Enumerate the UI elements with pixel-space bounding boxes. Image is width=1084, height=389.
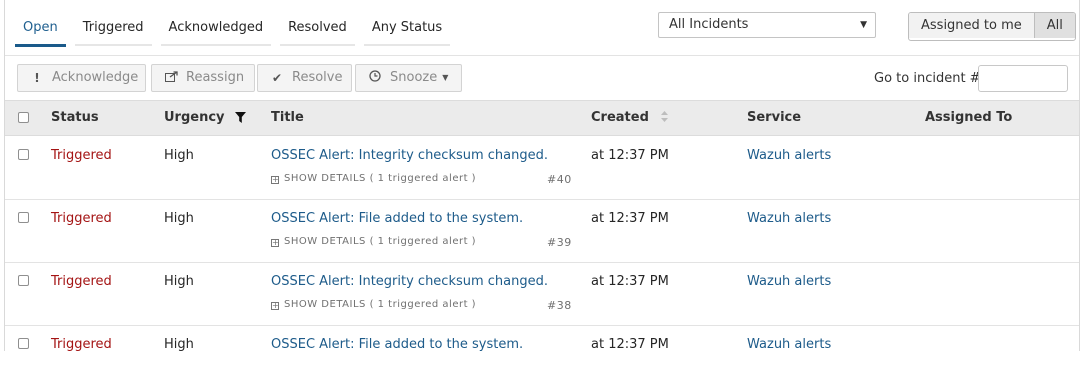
goto-incident-input[interactable] [978,65,1068,92]
divider [5,55,1079,56]
goto-incident-label: Go to incident # : [874,71,990,86]
incident-number: #38 [547,299,572,312]
created-cell: at 12:37 PM [591,148,669,163]
reassign-label: Reassign [186,70,245,85]
show-details-toggle[interactable]: + SHOW DETAILS ( 1 triggered alert ) [271,173,476,184]
show-details-toggle[interactable]: + SHOW DETAILS ( 1 triggered alert ) [271,299,476,310]
show-details-toggle[interactable]: + SHOW DETAILS ( 1 triggered alert ) [271,236,476,247]
incident-title-link[interactable]: OSSEC Alert: Integrity checksum changed. [271,148,548,164]
alert-count: ( 1 triggered alert ) [369,236,477,247]
incident-title-link[interactable]: OSSEC Alert: File added to the system. [271,211,523,227]
tab-triggered[interactable]: Triggered [74,10,152,46]
filter-icon[interactable] [235,103,247,137]
urgency-cell: High [164,274,194,289]
sort-icon[interactable] [661,102,669,136]
all-button[interactable]: All [1033,13,1075,38]
caret-down-icon: ▼ [442,73,449,82]
row-checkbox[interactable] [18,149,29,160]
service-link[interactable]: Wazuh alerts [747,148,831,164]
row-checkbox[interactable] [18,338,29,349]
status-tabs: Open Triggered Acknowledged Resolved Any… [15,10,459,47]
incident-title-link[interactable]: OSSEC Alert: Integrity checksum changed. [271,274,548,290]
service-link[interactable]: Wazuh alerts [747,211,831,227]
acknowledge-button[interactable]: ! Acknowledge [17,64,146,92]
service-link[interactable]: Wazuh alerts [747,274,831,290]
show-details-label: SHOW DETAILS [284,173,366,184]
table-row[interactable]: Triggered High OSSEC Alert: File added t… [5,326,1079,389]
tab-resolved[interactable]: Resolved [280,10,355,46]
created-column-header[interactable]: Created [591,101,669,136]
table-header: Status Urgency Title Created Service Ass… [5,100,1079,136]
tab-acknowledged[interactable]: Acknowledged [160,10,272,46]
urgency-cell: High [164,211,194,226]
urgency-cell: High [164,148,194,163]
urgency-column-header[interactable]: Urgency [164,101,247,137]
tab-open[interactable]: Open [15,10,66,47]
status-cell: Triggered [51,274,112,289]
service-column-header[interactable]: Service [747,101,801,135]
incident-filter-value: All Incidents [669,17,749,32]
acknowledge-label: Acknowledge [52,70,139,85]
plus-square-icon: + [271,301,279,310]
alert-count: ( 1 triggered alert ) [369,299,477,310]
status-cell: Triggered [51,211,112,226]
show-details-label: SHOW DETAILS [284,236,366,247]
table-row[interactable]: Triggered High OSSEC Alert: Integrity ch… [5,137,1079,200]
created-header-label: Created [591,110,649,125]
created-cell: at 12:37 PM [591,274,669,289]
table-row[interactable]: Triggered High OSSEC Alert: File added t… [5,200,1079,263]
tab-any-status[interactable]: Any Status [363,10,451,46]
caret-down-icon: ▼ [860,20,867,30]
clock-icon [368,65,382,91]
incident-number: #39 [547,236,572,249]
plus-square-icon: + [271,175,279,184]
assigned-to-me-button[interactable]: Assigned to me [909,13,1034,38]
reassign-icon [164,65,178,91]
table-row[interactable]: Triggered High OSSEC Alert: Integrity ch… [5,263,1079,326]
assignment-toggle: Assigned to me All [908,12,1076,41]
created-cell: at 12:37 PM [591,211,669,226]
alert-count: ( 1 triggered alert ) [369,173,477,184]
incident-number: #40 [547,173,572,186]
incidents-panel: Open Triggered Acknowledged Resolved Any… [4,0,1080,352]
resolve-button[interactable]: ✔ Resolve [257,64,352,92]
urgency-header-label: Urgency [164,110,225,125]
snooze-label: Snooze [390,70,438,85]
snooze-button[interactable]: Snooze ▼ [355,64,462,92]
status-column-header[interactable]: Status [51,101,99,135]
assigned-to-column-header[interactable]: Assigned To [925,101,1012,135]
incident-filter-select[interactable]: All Incidents ▼ [658,12,876,38]
title-column-header[interactable]: Title [271,101,304,135]
exclamation-icon: ! [34,71,40,85]
status-cell: Triggered [51,148,112,163]
reassign-button[interactable]: Reassign [151,64,255,92]
check-icon: ✔ [271,71,283,85]
select-all-checkbox[interactable] [18,112,29,123]
show-details-label: SHOW DETAILS [284,299,366,310]
row-checkbox[interactable] [18,212,29,223]
row-checkbox[interactable] [18,275,29,286]
plus-square-icon: + [271,238,279,247]
resolve-label: Resolve [292,70,343,85]
